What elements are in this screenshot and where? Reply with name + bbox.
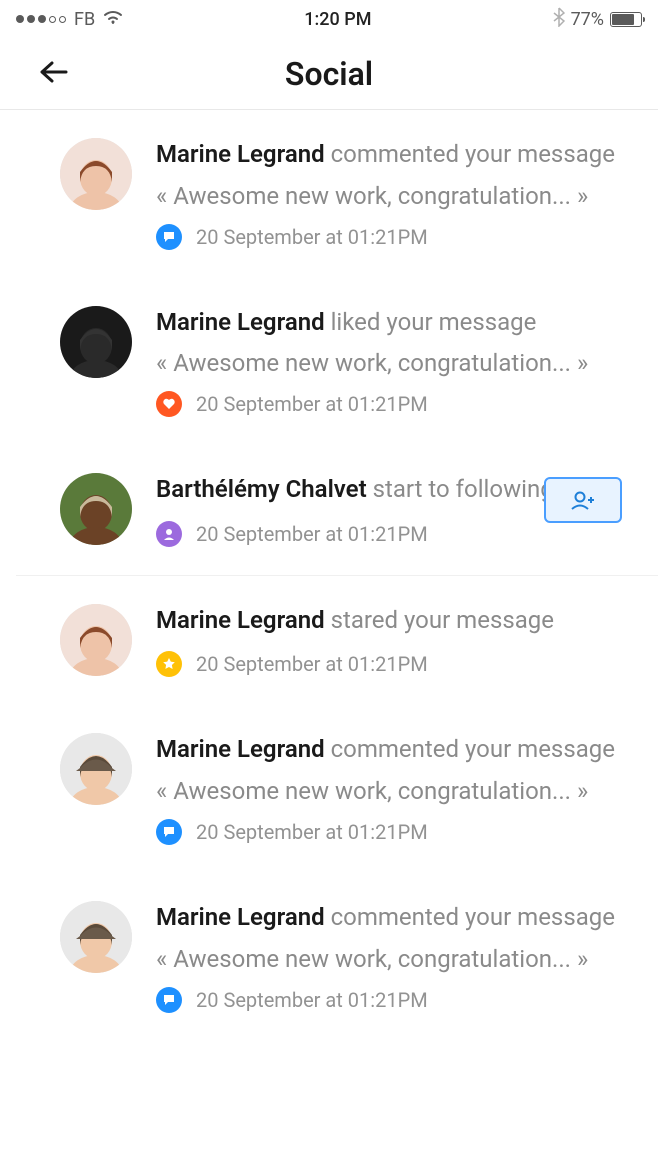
follow-button[interactable] <box>544 477 622 523</box>
actor-name: Barthélémy Chalvet <box>156 475 367 503</box>
notification-meta: 20 September at 01:21PM <box>156 391 622 417</box>
bluetooth-icon <box>553 7 565 32</box>
timestamp: 20 September at 01:21PM <box>196 392 428 416</box>
notification-meta: 20 September at 01:21PM <box>156 224 622 250</box>
notification-body: Marine Legrand commented your message « … <box>156 138 622 250</box>
notification-text: Marine Legrand stared your message <box>156 604 622 638</box>
notification-item[interactable]: Marine Legrand commented your message « … <box>16 705 658 873</box>
timestamp: 20 September at 01:21PM <box>196 988 428 1012</box>
notification-item[interactable]: Marine Legrand stared your message 20 Se… <box>16 576 658 706</box>
notification-body: Marine Legrand commented your message « … <box>156 901 622 1013</box>
avatar[interactable] <box>60 604 132 676</box>
notification-item[interactable]: Marine Legrand liked your message « Awes… <box>16 278 658 446</box>
notification-meta: 20 September at 01:21PM <box>156 987 622 1013</box>
notification-item[interactable]: Marine Legrand commented your message « … <box>16 873 658 1041</box>
comment-icon <box>156 224 182 250</box>
status-right: 77% <box>553 7 642 32</box>
battery-icon <box>610 12 642 27</box>
notification-meta: 20 September at 01:21PM <box>156 819 622 845</box>
follow-icon <box>156 521 182 547</box>
timestamp: 20 September at 01:21PM <box>196 225 428 249</box>
avatar[interactable] <box>60 901 132 973</box>
notification-quote: « Awesome new work, congratulation... » <box>156 182 622 210</box>
status-left: FB <box>16 9 123 30</box>
notification-quote: « Awesome new work, congratulation... » <box>156 349 622 377</box>
page-title: Social <box>285 55 373 93</box>
notification-text: Marine Legrand commented your message <box>156 733 622 767</box>
like-icon <box>156 391 182 417</box>
timestamp: 20 September at 01:21PM <box>196 820 428 844</box>
avatar[interactable] <box>60 473 132 545</box>
clock: 1:20 PM <box>304 9 371 30</box>
action-text: stared your message <box>331 606 554 634</box>
actor-name: Marine Legrand <box>156 140 325 168</box>
action-text: commented your message <box>331 735 615 763</box>
avatar[interactable] <box>60 733 132 805</box>
notification-item[interactable]: Marine Legrand commented your message « … <box>16 110 658 278</box>
actor-name: Marine Legrand <box>156 735 325 763</box>
app-header: Social <box>0 38 658 110</box>
action-text: commented your message <box>331 140 615 168</box>
notification-body: Marine Legrand liked your message « Awes… <box>156 306 622 418</box>
notification-text: Marine Legrand commented your message <box>156 901 622 935</box>
timestamp: 20 September at 01:21PM <box>196 522 428 546</box>
carrier-label: FB <box>74 9 95 30</box>
actor-name: Marine Legrand <box>156 903 325 931</box>
comment-icon <box>156 819 182 845</box>
wifi-icon <box>103 9 123 30</box>
avatar[interactable] <box>60 138 132 210</box>
action-text: liked your message <box>331 308 537 336</box>
back-button[interactable] <box>40 61 68 87</box>
notification-body: Marine Legrand commented your message « … <box>156 733 622 845</box>
battery-pct: 77% <box>571 9 604 30</box>
status-bar: FB 1:20 PM 77% <box>0 0 658 38</box>
notification-body: Marine Legrand stared your message 20 Se… <box>156 604 622 678</box>
timestamp: 20 September at 01:21PM <box>196 652 428 676</box>
notification-meta: 20 September at 01:21PM <box>156 521 622 547</box>
notification-meta: 20 September at 01:21PM <box>156 651 622 677</box>
comment-icon <box>156 987 182 1013</box>
star-icon <box>156 651 182 677</box>
actor-name: Marine Legrand <box>156 308 325 336</box>
actor-name: Marine Legrand <box>156 606 325 634</box>
notification-quote: « Awesome new work, congratulation... » <box>156 945 622 973</box>
signal-strength-icon <box>16 15 66 23</box>
action-text: commented your message <box>331 903 615 931</box>
notification-text: Marine Legrand liked your message <box>156 306 622 340</box>
avatar[interactable] <box>60 306 132 378</box>
notification-text: Marine Legrand commented your message <box>156 138 622 172</box>
notification-quote: « Awesome new work, congratulation... » <box>156 777 622 805</box>
notification-list[interactable]: Marine Legrand commented your message « … <box>0 110 658 1041</box>
